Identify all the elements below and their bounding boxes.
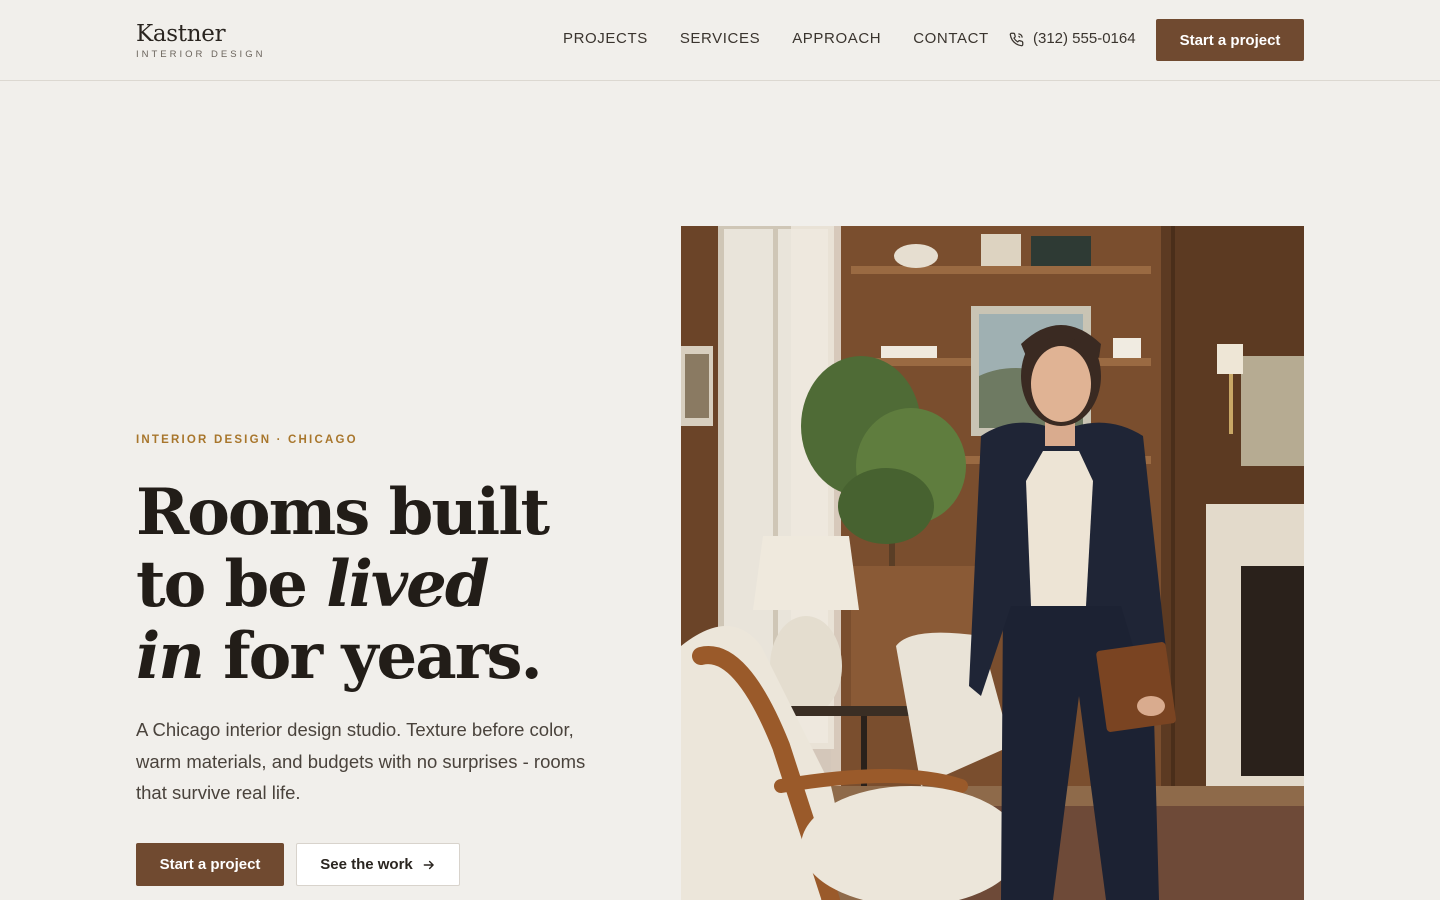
- headline-line-2a: to be: [136, 547, 327, 622]
- nav-projects[interactable]: PROJECTS: [563, 29, 648, 49]
- hero-eyebrow: INTERIOR DESIGN · CHICAGO: [136, 434, 358, 446]
- site-header: Kastner INTERIOR DESIGN PROJECTS SERVICE…: [0, 0, 1440, 81]
- designer-portrait-image: [681, 226, 1304, 900]
- phone-number: (312) 555-0164: [1033, 30, 1136, 47]
- hero-description: A Chicago interior design studio. Textur…: [136, 719, 586, 803]
- logo-tagline: INTERIOR DESIGN: [136, 49, 266, 60]
- phone-link[interactable]: (312) 555-0164: [1009, 29, 1136, 49]
- see-the-work-button[interactable]: See the work: [296, 843, 460, 886]
- phone-icon: [1009, 32, 1024, 46]
- headline-line-3b: for years.: [202, 619, 543, 694]
- nav-services[interactable]: SERVICES: [680, 29, 760, 49]
- logo[interactable]: Kastner INTERIOR DESIGN: [136, 20, 265, 61]
- logo-name: Kastner: [136, 21, 226, 47]
- hero-photo: [681, 226, 1304, 900]
- arrow-right-icon: [423, 860, 434, 869]
- nav-contact[interactable]: CONTACT: [913, 29, 989, 49]
- headline-lived: lived: [326, 547, 489, 622]
- headline-in: in: [136, 619, 205, 694]
- see-the-work-label: See the work: [320, 856, 413, 873]
- main-nav: PROJECTS SERVICES APPROACH CONTACT: [563, 29, 1021, 49]
- header-start-project-button[interactable]: Start a project: [1156, 19, 1304, 61]
- hero-start-project-button[interactable]: Start a project: [136, 843, 284, 886]
- nav-approach[interactable]: APPROACH: [792, 29, 881, 49]
- hero-headline: Rooms built to be lived in for years.: [136, 475, 550, 694]
- headline-line-1: Rooms built: [136, 475, 550, 550]
